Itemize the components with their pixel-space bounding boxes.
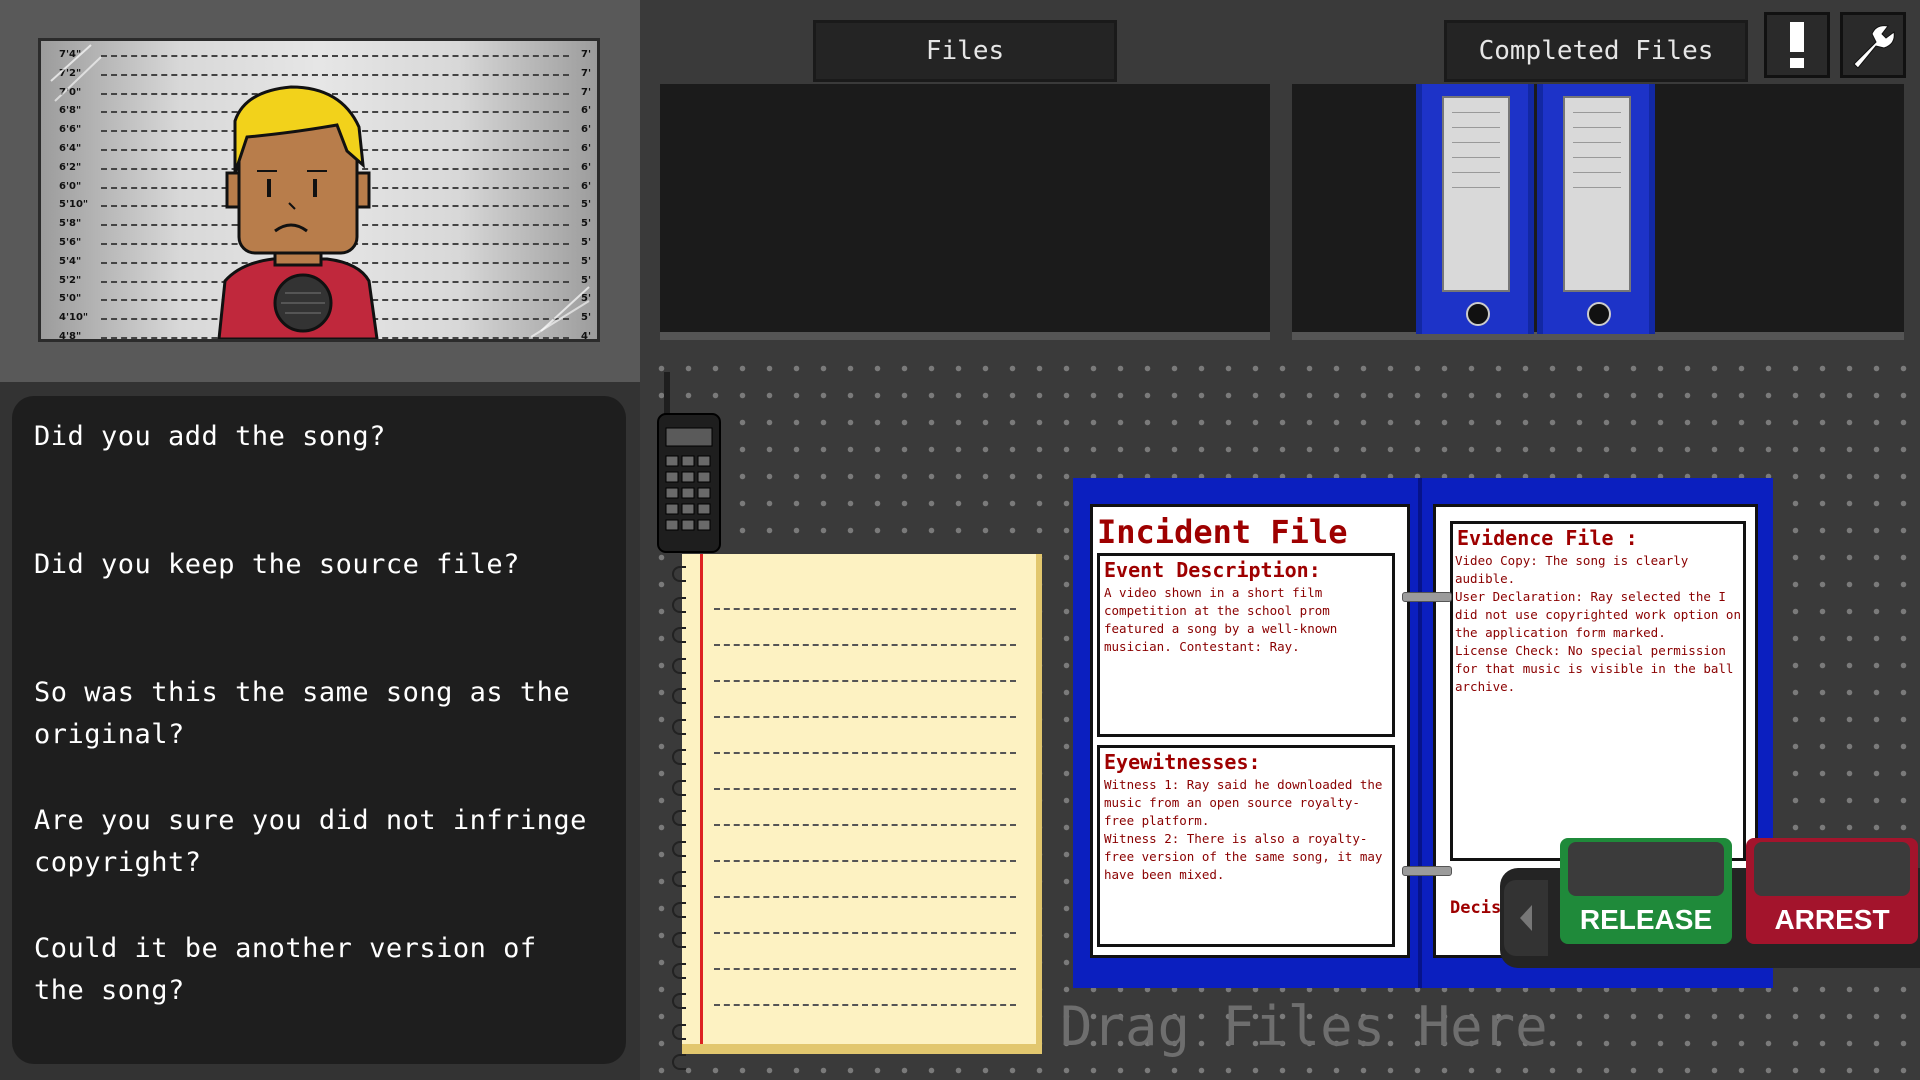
suspect-portrait bbox=[50, 44, 590, 339]
incident-title: Incident File bbox=[1097, 513, 1348, 551]
question-option[interactable]: Are you sure you did not infringe copyri… bbox=[34, 800, 594, 884]
notepad-line bbox=[714, 932, 1016, 934]
eyewitness-box: Eyewitnesses: Witness 1: Ray said he dow… bbox=[1097, 745, 1395, 947]
binder-label bbox=[1442, 96, 1510, 292]
folder-spine bbox=[1418, 478, 1422, 988]
exclamation-icon bbox=[1790, 22, 1804, 68]
question-option[interactable]: So was this the same song as the origina… bbox=[34, 672, 594, 756]
binder-ring bbox=[1587, 302, 1611, 326]
notepad-line bbox=[714, 1004, 1016, 1006]
notepad[interactable] bbox=[682, 554, 1042, 1054]
notepad-line bbox=[714, 860, 1016, 862]
notepad-line bbox=[714, 896, 1016, 898]
walkie-talkie-icon[interactable] bbox=[648, 370, 734, 556]
mugshot-frame: 7'4" 7' 7'2" 7' 7'0" 7' 6'8" 6' 6'6" 6' 6'4" 6' 6'2"… bbox=[38, 38, 600, 342]
wrench-icon bbox=[1853, 25, 1895, 69]
notepad-line bbox=[714, 752, 1016, 754]
question-option[interactable]: Did you add the song? bbox=[34, 416, 594, 458]
arrest-button[interactable]: ARREST bbox=[1746, 838, 1918, 944]
folder-clip bbox=[1402, 592, 1452, 602]
event-text: A video shown in a short film competitio… bbox=[1104, 585, 1345, 654]
tray-toggle[interactable] bbox=[1504, 880, 1548, 956]
notepad-line bbox=[714, 680, 1016, 682]
evidence-box: Evidence File : Video Copy: The song is … bbox=[1450, 521, 1746, 861]
settings-button[interactable] bbox=[1840, 12, 1906, 78]
notepad-spiral bbox=[672, 566, 690, 1070]
question-list: Did you add the song? Did you keep the s… bbox=[12, 396, 626, 1064]
evidence-heading: Evidence File : bbox=[1457, 526, 1638, 550]
decision-label: Decis bbox=[1450, 898, 1502, 918]
release-button-cap bbox=[1568, 842, 1724, 896]
arrest-button-cap bbox=[1754, 842, 1910, 896]
files-shelf[interactable] bbox=[660, 84, 1270, 340]
tab-files[interactable]: Files bbox=[813, 20, 1117, 82]
incident-page: Incident File Event Description: A video… bbox=[1090, 504, 1410, 958]
release-label: RELEASE bbox=[1579, 904, 1713, 935]
release-button[interactable]: RELEASE bbox=[1560, 838, 1732, 944]
event-description-box: Event Description: A video shown in a sh… bbox=[1097, 553, 1395, 737]
binder-ring bbox=[1466, 302, 1490, 326]
question-option[interactable]: Could it be another version of the song? bbox=[34, 928, 594, 1012]
evidence-text: Video Copy: The song is clearly audible.… bbox=[1455, 553, 1741, 694]
folder-clip bbox=[1402, 866, 1452, 876]
question-option[interactable]: Did you keep the source file? bbox=[34, 544, 594, 586]
notepad-line bbox=[714, 968, 1016, 970]
arrest-label: ARREST bbox=[1774, 904, 1890, 935]
event-heading: Event Description: bbox=[1104, 558, 1321, 582]
eyewitness-text: Witness 1: Ray said he downloaded the mu… bbox=[1104, 777, 1383, 882]
notepad-line bbox=[714, 824, 1016, 826]
eyewitness-heading: Eyewitnesses: bbox=[1104, 750, 1261, 774]
completed-file-binder[interactable] bbox=[1416, 84, 1534, 334]
alert-button[interactable] bbox=[1764, 12, 1830, 78]
notepad-line bbox=[714, 644, 1016, 646]
drag-files-hint: Drag Files Here bbox=[1060, 995, 1548, 1058]
notepad-line bbox=[714, 716, 1016, 718]
notepad-margin-line bbox=[700, 554, 703, 1044]
tab-completed-files[interactable]: Completed Files bbox=[1444, 20, 1748, 82]
completed-file-binder[interactable] bbox=[1537, 84, 1655, 334]
chevron-left-icon bbox=[1520, 905, 1532, 931]
notepad-line bbox=[714, 608, 1016, 610]
notepad-line bbox=[714, 788, 1016, 790]
binder-label bbox=[1563, 96, 1631, 292]
